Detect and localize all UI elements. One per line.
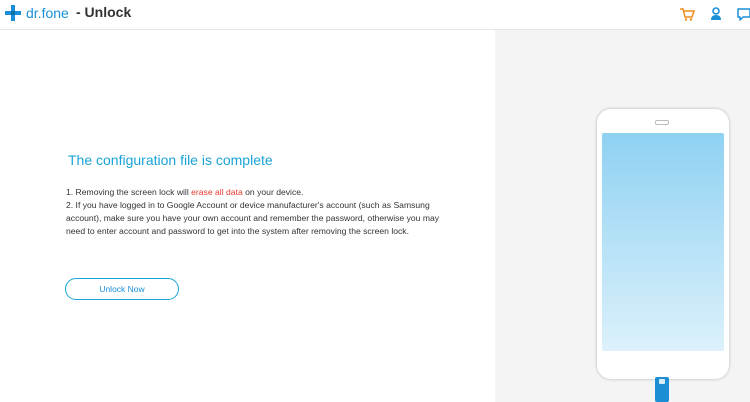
usb-cable-icon — [655, 377, 669, 402]
user-icon[interactable] — [708, 6, 724, 22]
page-title: The configuration file is complete — [68, 152, 273, 168]
instruction-line-1: 1. Removing the screen lock will erase a… — [66, 187, 304, 197]
usb-connector-pin — [659, 379, 665, 384]
brand-name: dr.fone — [26, 5, 69, 21]
phone-speaker — [655, 120, 669, 125]
module-title: - Unlock — [76, 4, 132, 20]
title-bar: dr.fone - Unlock — [0, 0, 750, 30]
instructions-text: 1. Removing the screen lock will erase a… — [66, 186, 446, 238]
feedback-icon[interactable] — [736, 6, 750, 22]
warning-text: erase all data — [191, 187, 243, 197]
plus-logo-icon — [5, 5, 21, 21]
phone-illustration — [597, 109, 729, 379]
phone-screen — [602, 133, 724, 351]
unlock-now-button[interactable]: Unlock Now — [65, 278, 179, 300]
cart-icon[interactable] — [679, 6, 695, 22]
instruction-line-2: 2. If you have logged in to Google Accou… — [66, 200, 440, 236]
